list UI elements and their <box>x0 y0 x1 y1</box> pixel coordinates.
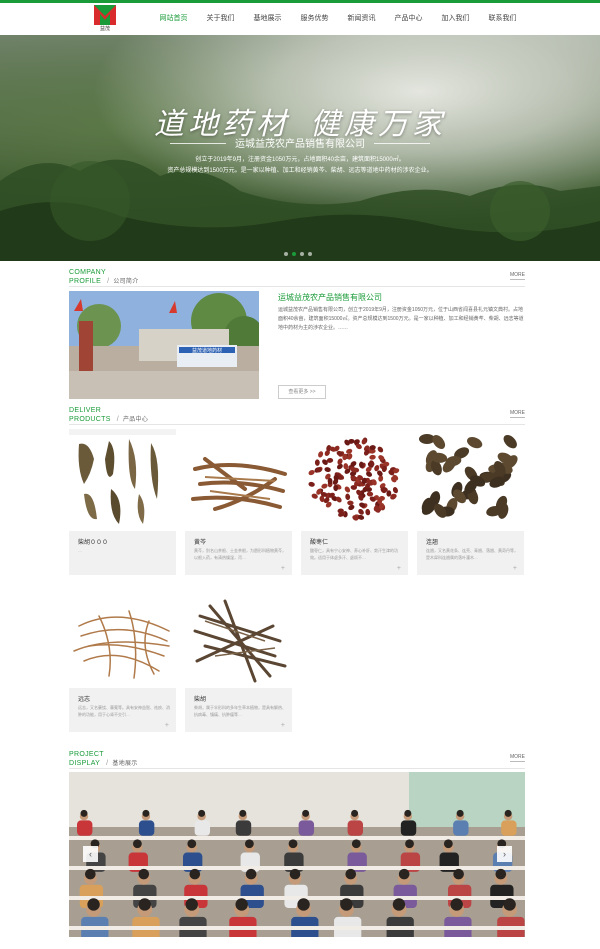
product-image-chaihu-000 <box>69 429 176 531</box>
product-image-lianqiao <box>417 429 524 531</box>
display-en-title-1: PROJECT <box>69 751 104 758</box>
next-arrow-icon[interactable]: › <box>497 846 512 862</box>
nav-item-join[interactable]: 加入我们 <box>432 3 479 35</box>
product-image-huangqin <box>185 429 292 531</box>
slider-dot-3[interactable] <box>300 252 304 256</box>
slider-dot-1[interactable] <box>284 252 288 256</box>
top-navigation: 益茂 网站首页 关于我们 基地展示 服务优势 新闻资讯 产品中心 加入我们 联系… <box>0 3 600 35</box>
product-name[interactable]: 黄芩 <box>194 537 206 546</box>
product-name[interactable]: 连翘 <box>426 537 438 546</box>
nav-item-contact[interactable]: 联系我们 <box>479 3 526 35</box>
product-card[interactable]: 酸枣仁 酸枣仁，具有宁心安神、养心补肝、敛汗生津的功效。适用于体虚多汗、虚烦不…… <box>301 429 408 575</box>
product-image-suanzaoren <box>301 429 408 531</box>
about-more-link[interactable]: MORE <box>510 272 525 280</box>
nav-item-products[interactable]: 产品中心 <box>385 3 432 35</box>
about-company-title[interactable]: 运城益茂农产品销售有限公司 <box>278 292 382 303</box>
product-image-chaihu <box>185 586 292 688</box>
nav-item-home[interactable]: 网站首页 <box>150 3 197 35</box>
nav-menu: 网站首页 关于我们 基地展示 服务优势 新闻资讯 产品中心 加入我们 联系我们 <box>150 3 526 35</box>
base-display-photo[interactable] <box>69 772 525 937</box>
product-name[interactable]: 柴胡０００ <box>78 537 108 546</box>
display-section-header: PROJECT DISPLAY / 基地展示 MORE <box>69 750 525 769</box>
product-desc: 酸枣仁，具有宁心安神、养心补肝、敛汗生津的功效。适用于体虚多汗、虚烦不… <box>310 548 398 560</box>
plus-icon[interactable]: + <box>397 565 401 572</box>
display-cn-title: 基地展示 <box>112 761 138 767</box>
product-name[interactable]: 柴胡 <box>194 694 206 703</box>
about-cn-title: 公司简介 <box>113 279 139 285</box>
view-more-button[interactable]: 查看更多 >> <box>278 385 326 399</box>
hero-banner[interactable]: 道地药材 健康万家 运城益茂农产品销售有限公司 创立于2019年9月，注册资金10… <box>0 35 600 261</box>
products-more-link[interactable]: MORE <box>510 410 525 418</box>
gate-sign-text: 益茂道地药材 <box>192 347 222 354</box>
products-divider <box>69 424 525 425</box>
company-gate-photo[interactable]: 益茂道地药材 <box>69 291 259 399</box>
about-divider <box>69 286 525 287</box>
product-card[interactable]: 柴胡０００ … <box>69 429 176 575</box>
product-desc: … <box>78 548 82 553</box>
nav-item-news[interactable]: 新闻资讯 <box>338 3 385 35</box>
logo-text: 益茂 <box>99 26 110 32</box>
products-section-header: DELIVER PRODUCTS / 产品中心 MORE <box>69 406 525 425</box>
plus-icon[interactable]: + <box>513 565 517 572</box>
product-name[interactable]: 酸枣仁 <box>310 537 328 546</box>
slider-dot-4[interactable] <box>308 252 312 256</box>
slider-dots <box>284 252 312 256</box>
about-company-text: 运城益茂农产品销售有限公司，创立于2019年9月，注册资金1050万元，位于山西… <box>278 307 524 331</box>
slider-dot-2[interactable] <box>292 252 296 256</box>
hero-description-line1: 创立于2019年9月，注册资金1050万元，占地面积40余亩，建筑面积15000… <box>195 157 405 163</box>
plus-icon[interactable]: + <box>281 565 285 572</box>
about-en-title-1: COMPANY <box>69 269 106 276</box>
product-desc: 远志，又名葽绕、蕀蒬等。具有安神益智、祛痰、消肿的功能，用于心肾不交引… <box>78 705 170 717</box>
product-name[interactable]: 远志 <box>78 694 90 703</box>
nav-item-base[interactable]: 基地展示 <box>244 3 291 35</box>
products-en-title-1: DELIVER <box>69 407 102 414</box>
hero-description-line2: 资产总规模达到1500万元。是一家以种植、加工和经销黄芩、柴胡、远志等道地中药材… <box>167 168 433 174</box>
nav-item-about[interactable]: 关于我们 <box>197 3 244 35</box>
company-logo[interactable]: 益茂 <box>94 5 116 33</box>
display-divider <box>69 768 525 769</box>
prev-arrow-icon[interactable]: ‹ <box>83 846 98 862</box>
product-card[interactable]: 黄芩 黄芩，别名山茶根、土金茶根，为唇形科植物黄芩，以根入药，有清热燥湿，泻… … <box>185 429 292 575</box>
products-cn-title: 产品中心 <box>122 417 149 423</box>
nav-item-service[interactable]: 服务优势 <box>291 3 338 35</box>
product-image-yuanzhi <box>69 586 176 688</box>
product-desc: 连翘，又名黄花条、连壳、青翘、落翘、黄奇丹等，是木犀科连翘属的落叶灌木… <box>426 548 518 560</box>
product-card[interactable]: 远志 远志，又名葽绕、蕀蒬等。具有安神益智、祛痰、消肿的功能，用于心肾不交引… … <box>69 586 176 732</box>
product-card[interactable]: 连翘 连翘，又名黄花条、连壳、青翘、落翘、黄奇丹等，是木犀科连翘属的落叶灌木… … <box>417 429 524 575</box>
plus-icon[interactable]: + <box>165 722 169 729</box>
product-desc: 黄芩，别名山茶根、土金茶根，为唇形科植物黄芩，以根入药，有清热燥湿，泻… <box>194 548 286 560</box>
hero-company-name: 运城益茂农产品销售有限公司 <box>235 139 365 150</box>
plus-icon[interactable]: + <box>281 722 285 729</box>
about-section-header: COMPANY PROFILE / 公司简介 MORE <box>69 268 525 287</box>
display-more-link[interactable]: MORE <box>510 754 525 762</box>
product-desc: 柴胡，属于伞形科的多年生草本植物，是具有解热、抗病毒、镇痛、抗肿瘤等… <box>194 705 286 717</box>
product-card[interactable]: 柴胡 柴胡，属于伞形科的多年生草本植物，是具有解热、抗病毒、镇痛、抗肿瘤等… + <box>185 586 292 732</box>
